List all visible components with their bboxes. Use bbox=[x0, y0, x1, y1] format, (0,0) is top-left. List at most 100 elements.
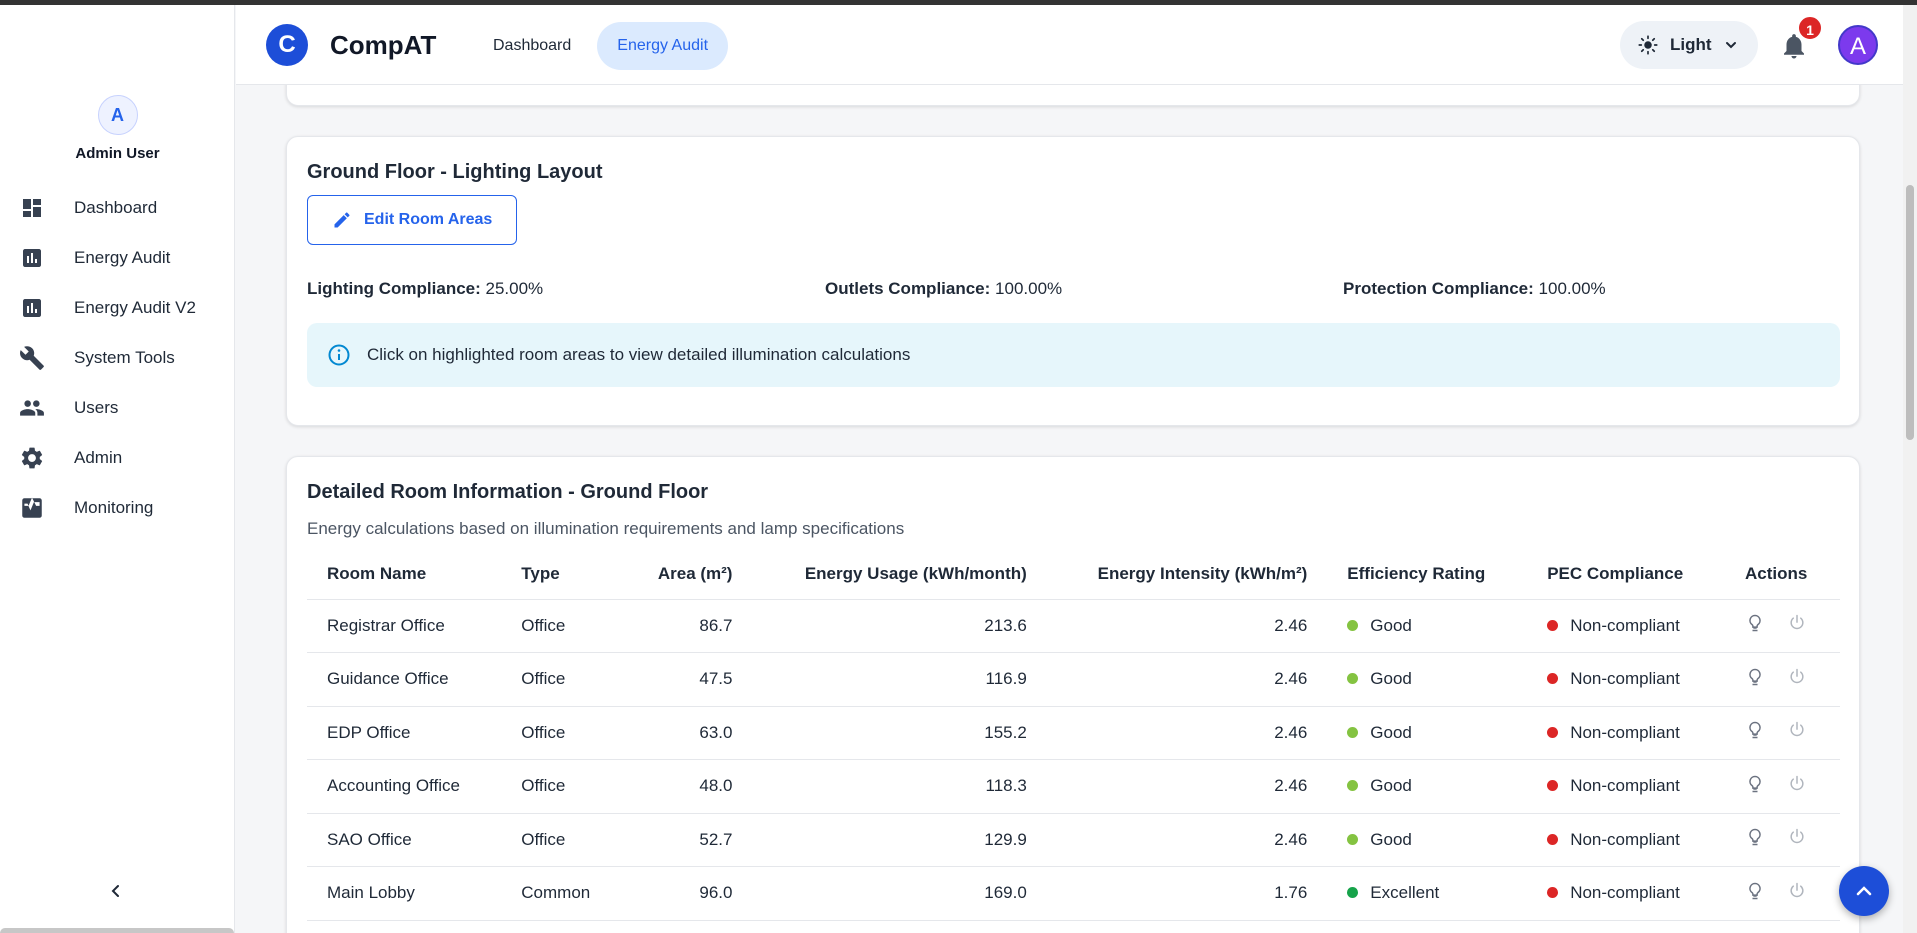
column-header[interactable]: Type bbox=[501, 549, 624, 600]
chevron-left-icon bbox=[108, 883, 124, 899]
power-icon[interactable] bbox=[1787, 774, 1807, 794]
room-energy-intensity: 2.46 bbox=[1046, 813, 1328, 867]
efficiency-rating: Excellent bbox=[1327, 866, 1528, 921]
column-header[interactable]: Area (m²) bbox=[623, 549, 753, 600]
efficiency-rating-label: Good bbox=[1370, 722, 1412, 742]
status-dot bbox=[1547, 726, 1559, 738]
nav-energy-audit[interactable]: Energy Audit bbox=[597, 22, 729, 70]
vertical-scrollbar[interactable] bbox=[1903, 5, 1917, 933]
status-dot bbox=[1547, 780, 1559, 792]
lighting-compliance-value: 25.00% bbox=[485, 279, 544, 298]
status-dot bbox=[1347, 833, 1359, 845]
power-icon[interactable] bbox=[1787, 613, 1807, 633]
sidebar-item-label: Energy Audit V2 bbox=[74, 298, 196, 317]
sidebar-item-energy-audit[interactable]: Energy Audit bbox=[0, 233, 235, 283]
room-information-title: Detailed Room Information - Ground Floor bbox=[307, 481, 709, 503]
room-table: Room Name Type Area (m²) Energy Usage (k… bbox=[307, 549, 1840, 921]
vertical-scrollbar-thumb[interactable] bbox=[1906, 185, 1914, 440]
room-energy-usage: 116.9 bbox=[752, 652, 1047, 707]
room-energy-intensity: 1.76 bbox=[1046, 866, 1328, 921]
sidebar-item-monitoring[interactable]: Monitoring bbox=[0, 483, 235, 533]
bar-chart-icon bbox=[18, 244, 46, 272]
table-header-row: Room Name Type Area (m²) Energy Usage (k… bbox=[307, 549, 1840, 600]
power-icon[interactable] bbox=[1787, 667, 1807, 687]
table-row[interactable]: Accounting Office Office 48.0 118.3 2.46 Good… bbox=[307, 759, 1840, 814]
power-icon[interactable] bbox=[1787, 720, 1807, 740]
sidebar-nav: Dashboard Energy Audit Energy Audit V2 S… bbox=[0, 183, 235, 533]
table-row[interactable]: Main Lobby Common 96.0 169.0 1.76 Excellent No… bbox=[307, 866, 1840, 921]
column-header[interactable]: Room Name bbox=[307, 549, 502, 600]
efficiency-rating: Good bbox=[1327, 813, 1528, 867]
outlets-compliance: Outlets Compliance: 100.00% bbox=[825, 279, 1062, 299]
power-icon[interactable] bbox=[1787, 881, 1807, 901]
lightbulb-icon[interactable] bbox=[1745, 827, 1765, 847]
room-type: Office bbox=[501, 652, 624, 707]
lightbulb-icon[interactable] bbox=[1745, 667, 1765, 687]
sidebar-item-label: Energy Audit bbox=[74, 248, 171, 267]
column-header[interactable]: PEC Compliance bbox=[1527, 549, 1725, 600]
window-top-border bbox=[0, 0, 1917, 5]
outlets-compliance-label: Outlets Compliance: bbox=[825, 279, 991, 298]
nav-dashboard[interactable]: Dashboard bbox=[473, 22, 591, 70]
dashboard-icon bbox=[18, 194, 46, 222]
horizontal-scrollbar[interactable] bbox=[0, 928, 234, 933]
theme-toggle-button[interactable]: Light bbox=[1620, 21, 1758, 69]
status-dot bbox=[1547, 619, 1559, 631]
user-avatar[interactable]: A bbox=[1838, 25, 1878, 65]
table-row[interactable]: Registrar Office Office 86.7 213.6 2.46 Good N… bbox=[307, 599, 1840, 653]
sidebar-item-users[interactable]: Users bbox=[0, 383, 235, 433]
room-energy-usage: 169.0 bbox=[752, 866, 1047, 921]
room-name: Guidance Office bbox=[307, 652, 502, 707]
pec-compliance-label: Non-compliant bbox=[1570, 722, 1680, 742]
sidebar-user-name: Admin User bbox=[75, 145, 160, 162]
lightbulb-icon[interactable] bbox=[1745, 613, 1765, 633]
column-header[interactable]: Efficiency Rating bbox=[1327, 549, 1528, 600]
room-energy-intensity: 2.46 bbox=[1046, 759, 1328, 814]
sidebar-item-system-tools[interactable]: System Tools bbox=[0, 333, 235, 383]
room-area: 52.7 bbox=[623, 813, 753, 867]
row-actions bbox=[1724, 706, 1840, 760]
row-actions bbox=[1724, 652, 1840, 707]
top-header: C CompAT Dashboard Energy Audit Light 1 … bbox=[236, 5, 1903, 85]
actions-group bbox=[1745, 881, 1807, 901]
app-logo: C bbox=[266, 24, 308, 66]
efficiency-rating-label: Good bbox=[1370, 615, 1412, 635]
status-dot bbox=[1347, 887, 1359, 899]
room-area: 63.0 bbox=[623, 706, 753, 760]
lightbulb-icon[interactable] bbox=[1745, 881, 1765, 901]
table-row[interactable]: EDP Office Office 63.0 155.2 2.46 Good Non-com… bbox=[307, 706, 1840, 760]
edit-room-areas-button[interactable]: Edit Room Areas bbox=[307, 195, 517, 245]
scroll-to-top-button[interactable] bbox=[1839, 866, 1889, 916]
lighting-compliance: Lighting Compliance: 25.00% bbox=[307, 279, 543, 299]
bar-chart-icon bbox=[18, 294, 46, 322]
sidebar-item-dashboard[interactable]: Dashboard bbox=[0, 183, 235, 233]
column-header[interactable]: Energy Usage (kWh/month) bbox=[752, 549, 1047, 600]
room-energy-intensity: 2.46 bbox=[1046, 652, 1328, 707]
sidebar-item-admin[interactable]: Admin bbox=[0, 433, 235, 483]
sidebar-collapse-button[interactable] bbox=[103, 878, 129, 904]
table-row[interactable]: SAO Office Office 52.7 129.9 2.46 Good Non-com… bbox=[307, 813, 1840, 867]
room-type: Office bbox=[501, 813, 624, 867]
room-energy-intensity: 2.46 bbox=[1046, 706, 1328, 760]
room-name: SAO Office bbox=[307, 813, 502, 867]
row-actions bbox=[1724, 866, 1840, 921]
edit-room-areas-label: Edit Room Areas bbox=[364, 211, 493, 228]
column-header[interactable]: Energy Intensity (kWh/m²) bbox=[1046, 549, 1328, 600]
pec-compliance-label: Non-compliant bbox=[1570, 776, 1680, 796]
lighting-compliance-label: Lighting Compliance: bbox=[307, 279, 481, 298]
sidebar-avatar[interactable]: A bbox=[97, 95, 138, 135]
row-actions bbox=[1724, 599, 1840, 653]
sun-icon bbox=[1638, 35, 1658, 55]
lightbulb-icon[interactable] bbox=[1745, 774, 1765, 794]
power-icon[interactable] bbox=[1787, 827, 1807, 847]
efficiency-rating: Good bbox=[1327, 706, 1528, 760]
status-dot bbox=[1347, 619, 1359, 631]
lightbulb-icon[interactable] bbox=[1745, 720, 1765, 740]
table-row[interactable]: Guidance Office Office 47.5 116.9 2.46 Good No… bbox=[307, 652, 1840, 707]
actions-group bbox=[1745, 827, 1807, 847]
room-area: 47.5 bbox=[623, 652, 753, 707]
room-energy-usage: 118.3 bbox=[752, 759, 1047, 814]
sidebar-item-energy-audit-v2[interactable]: Energy Audit V2 bbox=[0, 283, 235, 333]
pec-compliance-label: Non-compliant bbox=[1570, 883, 1680, 903]
gear-icon bbox=[18, 444, 46, 472]
